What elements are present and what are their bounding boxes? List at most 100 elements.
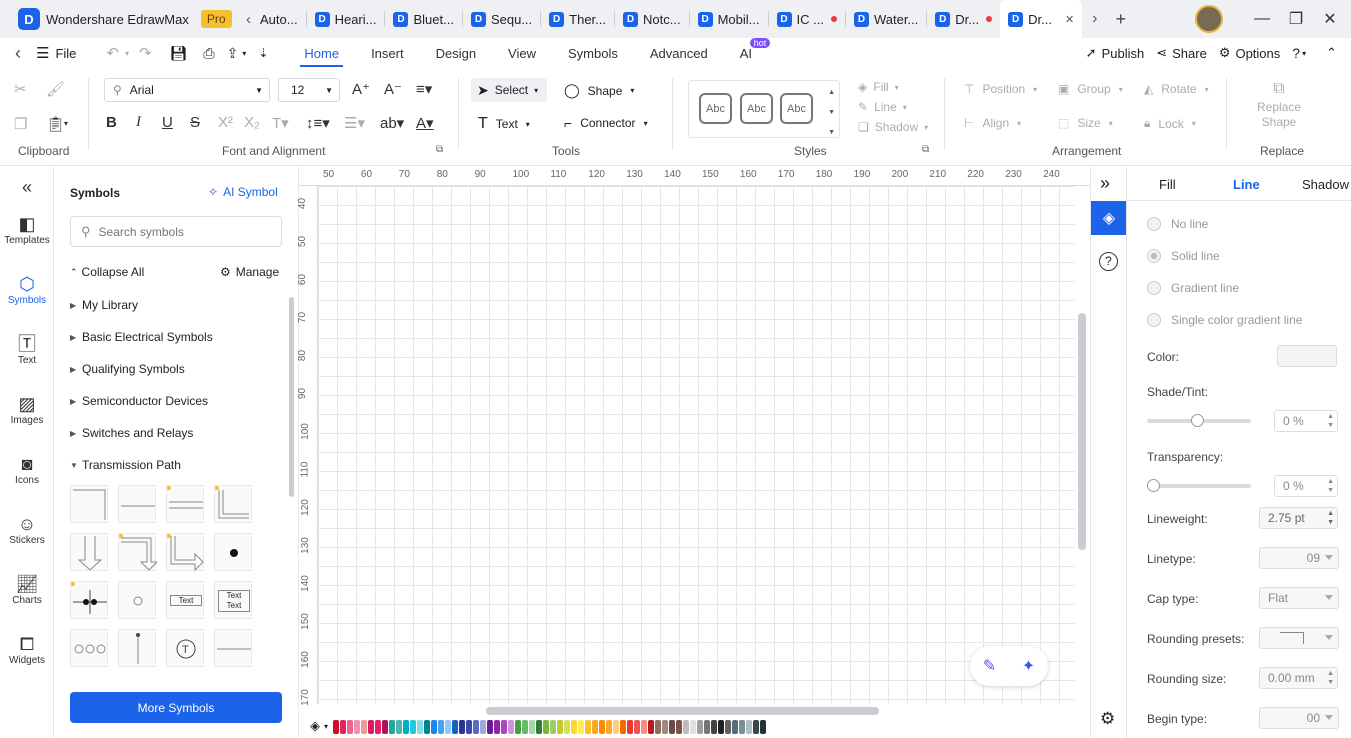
shape-button[interactable]: ◯ Shape ▾ [564, 82, 634, 99]
underline-icon[interactable]: U [162, 114, 173, 131]
text-case-icon[interactable]: T▾ [272, 114, 289, 132]
document-tab[interactable]: D Bluet... [385, 0, 461, 38]
color-swatch[interactable] [431, 720, 437, 734]
symbol-double-line[interactable] [166, 485, 204, 523]
font-settings-launcher-icon[interactable]: ⧉ [436, 144, 443, 155]
color-swatch[interactable] [529, 720, 535, 734]
tab-advanced[interactable]: Advanced [634, 38, 724, 68]
symbol-bent-arrow[interactable] [118, 533, 157, 571]
style-preset-3[interactable]: Abc [780, 93, 813, 124]
help-circle-icon[interactable]: ? [1099, 252, 1118, 271]
document-tab[interactable]: D Dr... [927, 0, 1000, 38]
color-swatch[interactable] [459, 720, 465, 734]
lock-button[interactable]: 🔒︎ Lock ▾ [1144, 116, 1196, 131]
color-swatch[interactable] [508, 720, 514, 734]
options-button[interactable]: ⚙ Options [1219, 45, 1292, 61]
rail-item-symbols[interactable]: ⬡ Symbols [0, 273, 54, 306]
category-my-library[interactable]: ▶ My Library [70, 298, 138, 312]
more-symbols-button[interactable]: More Symbols [70, 692, 282, 723]
decrease-font-icon[interactable]: A⁻ [384, 80, 402, 98]
color-swatch[interactable] [333, 720, 339, 734]
ai-symbol-button[interactable]: ✧ AI Symbol [208, 185, 278, 199]
align-button[interactable]: ⊢ Align ▾ [964, 116, 1021, 130]
color-swatch[interactable] [557, 720, 563, 734]
cut-icon[interactable]: ✂ [14, 80, 27, 98]
style-preset-2[interactable]: Abc [740, 93, 773, 124]
color-swatch[interactable] [417, 720, 423, 734]
more-quick-icon[interactable]: ⇣ [258, 46, 288, 60]
collapse-panel-icon[interactable]: « [0, 177, 54, 198]
color-swatch[interactable] [515, 720, 521, 734]
tab-symbols[interactable]: Symbols [552, 38, 634, 68]
tab-design[interactable]: Design [420, 38, 492, 68]
color-swatch[interactable] [655, 720, 661, 734]
font-size-select[interactable]: 12 ▼ [278, 78, 340, 102]
symbol-double-corner[interactable] [214, 485, 252, 523]
color-swatch[interactable] [746, 720, 752, 734]
tab-fill[interactable]: Fill [1159, 177, 1176, 192]
style-preset-1[interactable]: Abc [699, 93, 732, 124]
color-swatch[interactable] [648, 720, 654, 734]
color-swatch[interactable] [396, 720, 402, 734]
shade-slider[interactable] [1147, 414, 1251, 427]
color-swatch[interactable] [487, 720, 493, 734]
file-menu[interactable]: ☰ File [36, 44, 100, 62]
rotate-button[interactable]: ◭ Rotate ▾ [1144, 82, 1209, 96]
help-icon[interactable]: ? [1292, 45, 1302, 61]
format-painter-icon[interactable]: 🖌︎ [46, 80, 65, 98]
ai-sparkle-icon[interactable]: ✦ [1022, 656, 1035, 676]
close-window-icon[interactable]: ✕ [1313, 9, 1347, 29]
rail-item-images[interactable]: ▨ Images [0, 393, 54, 426]
tab-home[interactable]: Home [288, 38, 355, 68]
select-button[interactable]: ➤ Select ▾ [471, 78, 547, 102]
subscript-icon[interactable]: X₂ [244, 114, 260, 131]
color-swatch[interactable] [760, 720, 766, 734]
category-qualifying[interactable]: ▶ Qualifying Symbols [70, 362, 185, 376]
category-transmission-path[interactable]: ▼ Transmission Path [70, 458, 181, 472]
connector-button[interactable]: ⌐ Connector ▾ [564, 115, 648, 131]
shadow-button[interactable]: ❏ Shadow ▾ [858, 120, 928, 134]
symbol-three-circles[interactable] [70, 629, 108, 667]
symbol-text-box[interactable]: Text [166, 581, 204, 619]
search-input[interactable] [98, 224, 269, 239]
color-swatch[interactable] [690, 720, 696, 734]
close-tab-icon[interactable]: ✕ [1065, 13, 1074, 26]
color-swatch[interactable] [347, 720, 353, 734]
slider-knob[interactable] [1147, 479, 1160, 492]
rounding-size-stepper[interactable]: 0.00 mm ▲ ▼ [1259, 667, 1338, 689]
superscript-icon[interactable]: X² [218, 114, 233, 131]
color-swatch[interactable] [634, 720, 640, 734]
rail-item-templates[interactable]: ◧ Templates [0, 213, 54, 246]
color-swatch[interactable] [501, 720, 507, 734]
copy-icon[interactable]: ❐ [14, 115, 27, 133]
color-swatch[interactable] [382, 720, 388, 734]
color-swatch[interactable] [571, 720, 577, 734]
radio-no-line[interactable]: No line [1147, 217, 1208, 231]
magic-wand-icon[interactable]: ✎ [983, 656, 996, 676]
color-swatch[interactable] [620, 720, 626, 734]
category-basic-electrical[interactable]: ▶ Basic Electrical Symbols [70, 330, 213, 344]
color-swatch[interactable] [522, 720, 528, 734]
chevron-left-icon[interactable]: ‹ [246, 11, 251, 28]
color-swatch[interactable] [711, 720, 717, 734]
lineweight-stepper[interactable]: 2.75 pt ▲ ▼ [1259, 507, 1338, 529]
symbol-corner-line[interactable] [70, 485, 108, 523]
color-swatch[interactable] [676, 720, 682, 734]
color-swatch[interactable] [641, 720, 647, 734]
color-swatch[interactable] [564, 720, 570, 734]
color-swatch[interactable] [753, 720, 759, 734]
color-swatch[interactable] [389, 720, 395, 734]
color-swatch[interactable] [403, 720, 409, 734]
undo-icon[interactable]: ↶ [100, 44, 125, 62]
expand-panel-icon[interactable]: » [1100, 173, 1110, 194]
font-family-select[interactable]: ⚲ Arial ▼ [104, 78, 270, 102]
document-tab[interactable]: D Water... [846, 0, 926, 38]
color-swatch[interactable] [592, 720, 598, 734]
tab-shadow[interactable]: Shadow [1302, 177, 1349, 192]
group-button[interactable]: ▣ Group ▾ [1058, 82, 1123, 96]
color-swatch[interactable] [732, 720, 738, 734]
new-tab-icon[interactable]: + [1108, 9, 1135, 30]
color-swatch[interactable] [354, 720, 360, 734]
minimize-icon[interactable]: — [1245, 10, 1279, 28]
export-dropdown-icon[interactable]: ▾ [242, 49, 258, 58]
